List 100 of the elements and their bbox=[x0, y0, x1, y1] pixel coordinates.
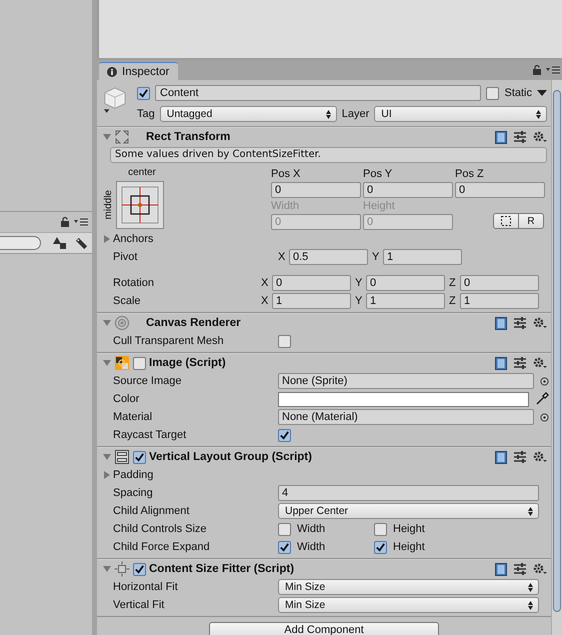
number-field[interactable]: 1 bbox=[383, 249, 462, 265]
number-field[interactable]: 4 bbox=[278, 485, 539, 501]
inspector-tab[interactable]: Inspector bbox=[99, 62, 178, 80]
eyedropper-icon[interactable] bbox=[535, 392, 549, 406]
object-field[interactable]: None (Sprite) bbox=[278, 373, 534, 389]
foldout-label[interactable]: Anchors bbox=[111, 233, 278, 245]
presets-icon[interactable] bbox=[514, 317, 526, 329]
number-field[interactable]: 0 bbox=[272, 275, 351, 291]
lock-icon[interactable] bbox=[532, 65, 542, 75]
axis-label: Y bbox=[355, 295, 364, 307]
search-field[interactable] bbox=[0, 236, 41, 250]
checkbox[interactable] bbox=[374, 540, 387, 554]
anchor-vertical-label: middle bbox=[103, 190, 114, 220]
number-field[interactable]: 1 bbox=[460, 293, 539, 309]
presets-icon[interactable] bbox=[514, 451, 526, 463]
add-component-button[interactable]: Add Component bbox=[209, 622, 439, 635]
lock-icon[interactable] bbox=[60, 217, 70, 227]
toggle-label: Width bbox=[297, 523, 326, 535]
updown-arrows-icon bbox=[536, 110, 541, 118]
checkbox[interactable] bbox=[278, 428, 291, 442]
component-title: Canvas Renderer bbox=[146, 317, 241, 329]
help-book-icon[interactable] bbox=[495, 130, 507, 144]
shapes-icon[interactable] bbox=[53, 237, 67, 249]
component-title: Rect Transform bbox=[146, 131, 230, 143]
menu-icon[interactable] bbox=[74, 218, 88, 226]
layer-label: Layer bbox=[342, 108, 370, 120]
layer-dropdown[interactable]: UI bbox=[374, 106, 547, 122]
property-label: Horizontal Fit bbox=[112, 581, 179, 593]
checkbox[interactable] bbox=[133, 450, 146, 464]
object-picker-icon[interactable] bbox=[540, 412, 549, 422]
foldout-arrow-icon[interactable] bbox=[103, 471, 111, 479]
settings-icon[interactable] bbox=[533, 563, 547, 575]
settings-icon[interactable] bbox=[533, 317, 547, 329]
property-label: Raycast Target bbox=[112, 429, 188, 441]
dropdown[interactable]: Upper Center bbox=[278, 503, 539, 519]
help-book-icon[interactable] bbox=[495, 356, 507, 370]
menu-icon[interactable] bbox=[546, 66, 560, 74]
field-label: Pos Y bbox=[363, 167, 394, 181]
settings-icon[interactable] bbox=[533, 131, 547, 143]
help-book-icon[interactable] bbox=[495, 562, 507, 576]
tag-dropdown[interactable]: Untagged bbox=[160, 106, 337, 122]
settings-icon[interactable] bbox=[533, 357, 547, 369]
object-field[interactable]: None (Material) bbox=[278, 409, 534, 425]
checkbox[interactable] bbox=[137, 86, 150, 100]
checkbox[interactable] bbox=[133, 356, 146, 370]
property-label: Pivot bbox=[112, 251, 138, 263]
raw-edit-button[interactable]: R bbox=[519, 213, 544, 229]
layout-group-icon bbox=[114, 449, 130, 465]
number-field[interactable]: 0 bbox=[460, 275, 539, 291]
help-book-icon[interactable] bbox=[495, 316, 507, 330]
number-field[interactable]: 0 bbox=[363, 182, 453, 198]
axis-label: Y bbox=[372, 251, 380, 263]
number-field[interactable]: 0 bbox=[366, 275, 445, 291]
settings-icon[interactable] bbox=[533, 451, 547, 463]
number-field[interactable]: 0 bbox=[271, 182, 361, 198]
updown-arrows-icon bbox=[528, 600, 533, 610]
axis-label: Z bbox=[449, 277, 457, 289]
field-label: Width bbox=[271, 199, 300, 213]
property-label: Rotation bbox=[112, 277, 155, 289]
field-label: Pos X bbox=[271, 167, 302, 181]
component-title: Content Size Fitter (Script) bbox=[149, 563, 294, 575]
dashed-square-icon bbox=[501, 216, 511, 226]
checkbox[interactable] bbox=[374, 522, 387, 536]
number-field[interactable]: 1 bbox=[366, 293, 445, 309]
foldout-label[interactable]: Padding bbox=[111, 469, 278, 481]
component-title: Vertical Layout Group (Script) bbox=[149, 451, 312, 463]
number-field[interactable]: 0.5 bbox=[289, 249, 368, 265]
checkbox[interactable] bbox=[486, 86, 500, 100]
presets-icon[interactable] bbox=[514, 131, 526, 143]
property-label: Source Image bbox=[112, 375, 182, 387]
dropdown-arrow-icon[interactable] bbox=[537, 90, 547, 96]
updown-arrows-icon bbox=[528, 582, 533, 592]
checkbox[interactable] bbox=[278, 522, 291, 536]
property-label: Color bbox=[112, 393, 140, 405]
presets-icon[interactable] bbox=[514, 563, 526, 575]
blueprint-mode-button[interactable] bbox=[493, 213, 519, 229]
info-icon bbox=[107, 66, 117, 76]
number-field[interactable]: 0 bbox=[455, 182, 545, 198]
name-field[interactable]: Content bbox=[155, 85, 482, 101]
number-field[interactable]: 1 bbox=[272, 293, 351, 309]
foldout-arrow-icon[interactable] bbox=[103, 133, 111, 141]
foldout-arrow-icon[interactable] bbox=[103, 359, 111, 367]
scrollbar-thumb[interactable] bbox=[553, 90, 561, 612]
dropdown[interactable]: Min Size bbox=[278, 579, 539, 595]
tag-icon[interactable] bbox=[75, 236, 88, 250]
foldout-arrow-icon[interactable] bbox=[103, 235, 111, 243]
checkbox[interactable] bbox=[278, 334, 291, 348]
object-picker-icon[interactable] bbox=[540, 376, 549, 386]
foldout-arrow-icon[interactable] bbox=[103, 453, 111, 461]
toggle-label: Height bbox=[393, 541, 425, 553]
help-book-icon[interactable] bbox=[495, 450, 507, 464]
foldout-arrow-icon[interactable] bbox=[103, 565, 111, 573]
anchor-preset-button[interactable] bbox=[116, 181, 164, 229]
checkbox[interactable] bbox=[133, 562, 146, 576]
color-field[interactable] bbox=[278, 392, 529, 406]
property-label: Spacing bbox=[112, 487, 154, 499]
foldout-arrow-icon[interactable] bbox=[103, 319, 111, 327]
presets-icon[interactable] bbox=[514, 357, 526, 369]
checkbox[interactable] bbox=[278, 540, 291, 554]
dropdown[interactable]: Min Size bbox=[278, 597, 539, 613]
